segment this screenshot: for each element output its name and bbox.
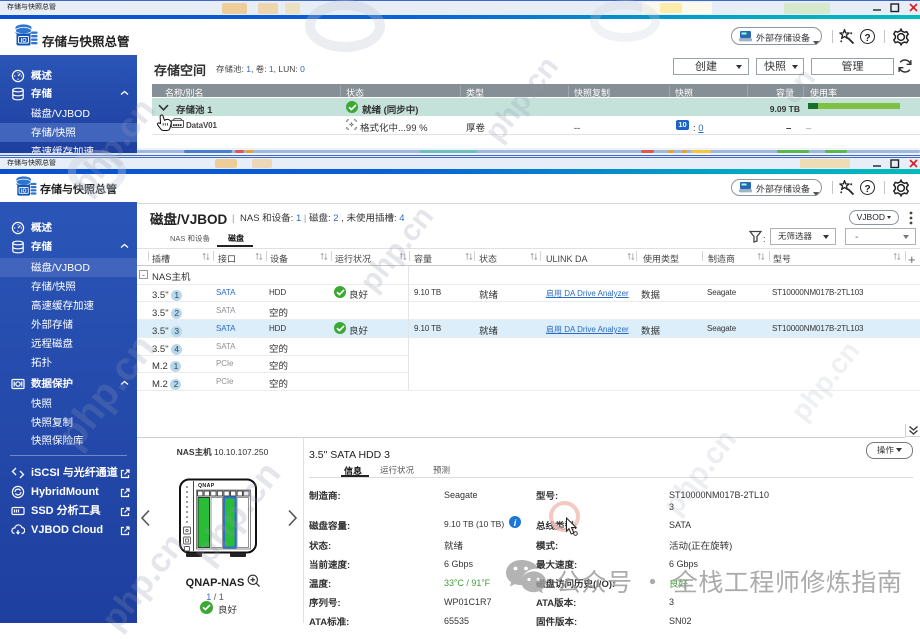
svg-text:IO: IO xyxy=(21,38,28,44)
svg-text:QNAP: QNAP xyxy=(198,483,215,489)
svg-text:IO: IO xyxy=(21,189,26,195)
